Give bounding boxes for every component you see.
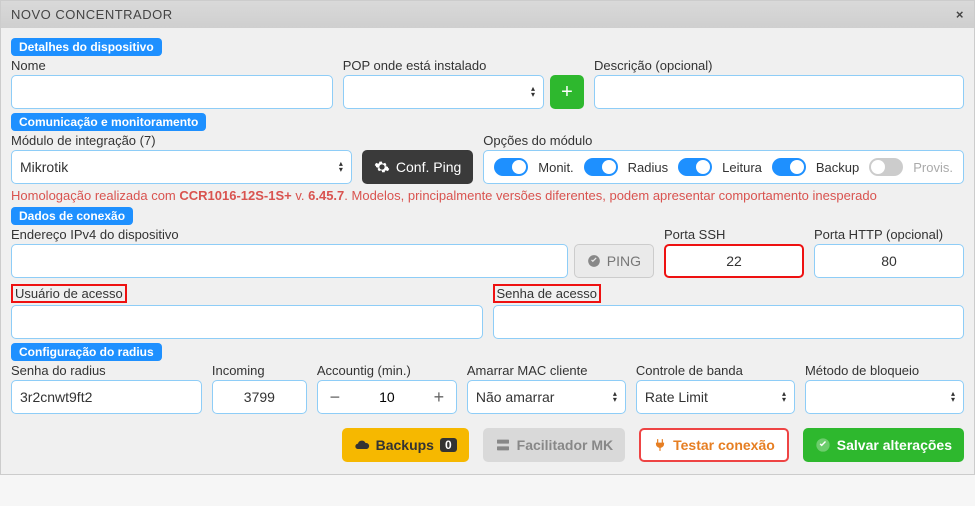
label-pop: POP onde está instalado (343, 58, 584, 73)
chevron-updown-icon (951, 391, 955, 403)
toggle-radius[interactable] (584, 158, 618, 176)
band-select[interactable]: Rate Limit (636, 380, 795, 414)
close-icon[interactable]: × (956, 7, 964, 22)
modal-header: NOVO CONCENTRADOR × (1, 1, 974, 28)
label-band: Controle de banda (636, 363, 795, 378)
label-options: Opções do módulo (483, 133, 964, 148)
facilitador-label: Facilitador MK (517, 437, 613, 453)
legend-device: Detalhes do dispositivo (11, 38, 162, 56)
block-select[interactable] (805, 380, 964, 414)
save-label: Salvar alterações (837, 437, 952, 453)
save-button[interactable]: Salvar alterações (803, 428, 964, 462)
cloud-icon (354, 437, 370, 453)
toggle-leitura[interactable] (678, 158, 712, 176)
test-label: Testar conexão (673, 437, 775, 453)
ssh-port-input[interactable] (664, 244, 804, 278)
backups-count: 0 (440, 438, 457, 452)
gear-icon (374, 159, 390, 175)
acct-stepper[interactable]: − 10 + (317, 380, 457, 414)
mac-select[interactable]: Não amarrar (467, 380, 626, 414)
toggle-backup[interactable] (772, 158, 806, 176)
legend-conn: Dados de conexão (11, 207, 133, 225)
chevron-updown-icon (782, 391, 786, 403)
conf-ping-button[interactable]: Conf. Ping (362, 150, 473, 184)
modal: NOVO CONCENTRADOR × Detalhes do disposit… (0, 0, 975, 475)
module-value: Mikrotik (20, 159, 68, 175)
section-device: Detalhes do dispositivo Nome POP onde es… (11, 38, 964, 109)
plug-icon (653, 438, 667, 452)
plus-icon[interactable]: + (422, 381, 456, 413)
desc-input[interactable] (594, 75, 964, 109)
label-ipv4: Endereço IPv4 do dispositivo (11, 227, 654, 242)
ping-button[interactable]: PING (574, 244, 654, 278)
homolog-warning: Homologação realizada com CCR1016-12S-1S… (11, 188, 964, 203)
footer: Backups 0 Facilitador MK Testar conexão … (11, 428, 964, 462)
facilitador-button[interactable]: Facilitador MK (483, 428, 625, 462)
legend-comm: Comunicação e monitoramento (11, 113, 206, 131)
toggle-monit[interactable] (494, 158, 528, 176)
chevron-updown-icon (613, 391, 617, 403)
acct-value: 10 (352, 389, 422, 405)
radius-secret-input[interactable] (11, 380, 202, 414)
label-module: Módulo de integração (7) (11, 133, 352, 148)
http-port-input[interactable] (814, 244, 964, 278)
minus-icon[interactable]: − (318, 381, 352, 413)
label-user: Usuário de acesso (11, 284, 127, 303)
toggle-backup-label: Backup (816, 160, 859, 175)
chevron-updown-icon (531, 86, 535, 98)
modal-body: Detalhes do dispositivo Nome POP onde es… (1, 28, 974, 474)
label-acct: Accountig (min.) (317, 363, 457, 378)
backups-button[interactable]: Backups 0 (342, 428, 469, 462)
ipv4-input[interactable] (11, 244, 568, 278)
user-input[interactable] (11, 305, 483, 339)
server-icon (495, 437, 511, 453)
toggle-provis[interactable] (869, 158, 903, 176)
label-http: Porta HTTP (opcional) (814, 227, 964, 242)
modal-title: NOVO CONCENTRADOR (11, 7, 173, 22)
toggle-radius-label: Radius (628, 160, 668, 175)
section-comm: Comunicação e monitoramento Módulo de in… (11, 113, 964, 203)
conf-ping-label: Conf. Ping (396, 159, 461, 175)
label-ssh: Porta SSH (664, 227, 804, 242)
label-mac: Amarrar MAC cliente (467, 363, 626, 378)
ping-label: PING (607, 253, 641, 269)
module-select[interactable]: Mikrotik (11, 150, 352, 184)
add-pop-button[interactable]: + (550, 75, 584, 109)
backups-label: Backups (376, 437, 434, 453)
legend-radius: Configuração do radius (11, 343, 162, 361)
section-conn: Dados de conexão Endereço IPv4 do dispos… (11, 207, 964, 339)
pass-input[interactable] (493, 305, 965, 339)
plus-icon: + (561, 81, 573, 104)
incoming-input[interactable] (212, 380, 307, 414)
label-desc: Descrição (opcional) (594, 58, 964, 73)
check-circle-icon (587, 254, 601, 268)
module-options: Monit. Radius Leitura Backup Provis. (483, 150, 964, 184)
toggle-leitura-label: Leitura (722, 160, 762, 175)
label-block: Método de bloqueio (805, 363, 964, 378)
toggle-provis-label: Provis. (913, 160, 953, 175)
label-pass: Senha de acesso (493, 284, 601, 303)
label-secret: Senha do radius (11, 363, 202, 378)
label-name: Nome (11, 58, 333, 73)
label-incoming: Incoming (212, 363, 307, 378)
toggle-monit-label: Monit. (538, 160, 573, 175)
chevron-updown-icon (339, 161, 343, 173)
name-input[interactable] (11, 75, 333, 109)
test-connection-button[interactable]: Testar conexão (639, 428, 789, 462)
pop-select[interactable] (343, 75, 544, 109)
check-circle-icon (815, 437, 831, 453)
section-radius: Configuração do radius Senha do radius I… (11, 343, 964, 414)
